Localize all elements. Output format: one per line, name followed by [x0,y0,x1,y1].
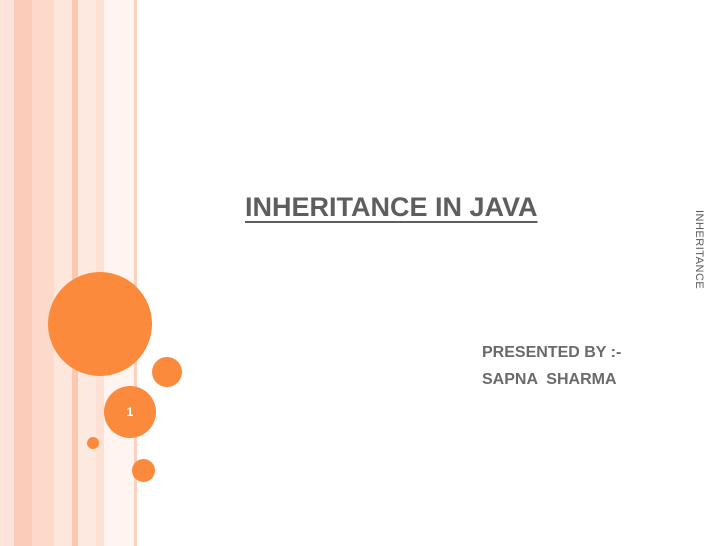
decor-circle-medium [152,357,182,387]
slide: 1 INHERITANCE IN JAVA PRESENTED BY :- SAP… [0,0,728,546]
decor-stripe [14,0,32,546]
decor-circle-large [48,272,152,376]
decor-stripe [0,0,14,546]
slide-number: 1 [126,405,134,419]
presenter-name: SAPNA SHARMA [482,371,617,388]
slide-title: INHERITANCE IN JAVA [245,192,538,222]
decor-stripe [54,0,72,546]
decor-circle-bottom [132,459,155,482]
decor-stripe [32,0,54,546]
presenter-line: PRESENTED BY :- [482,344,622,361]
decor-circle-small [87,437,99,449]
slide-number-badge: 1 [104,386,156,438]
presenter-block: PRESENTED BY :- SAPNA SHARMA [482,339,621,393]
side-label: INHERITANCE [693,210,705,290]
